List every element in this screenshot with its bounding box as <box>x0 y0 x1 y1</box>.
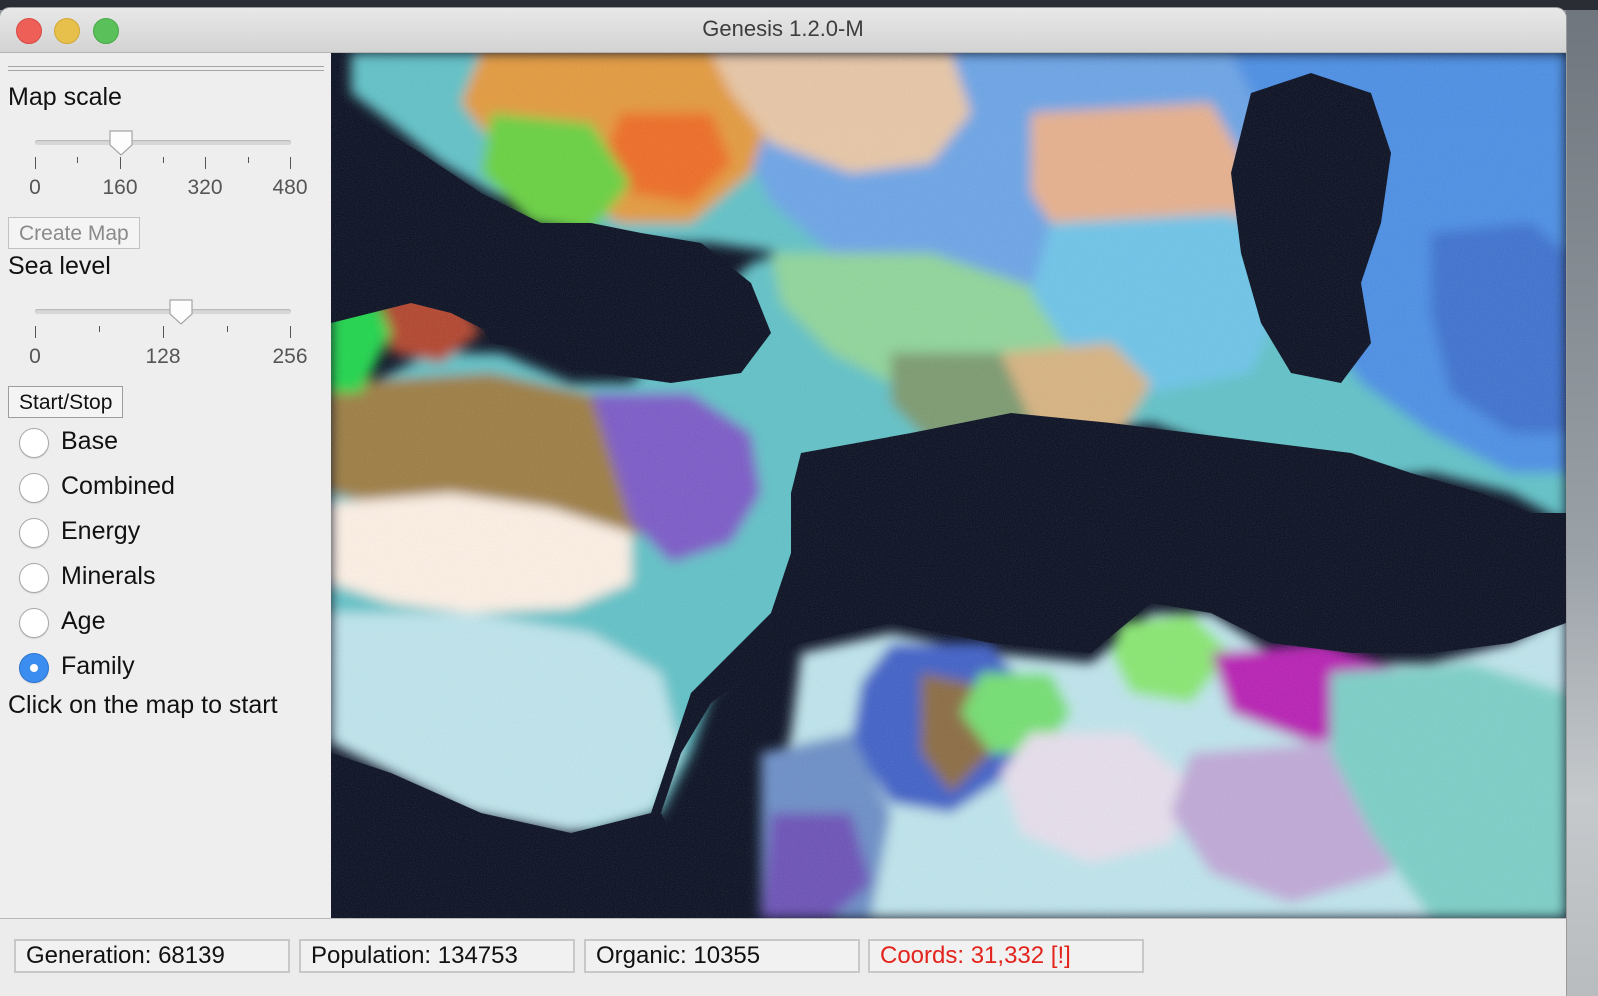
view-mode-energy[interactable]: Energy <box>18 514 318 554</box>
generation-field: Generation: 68139 <box>14 939 290 973</box>
world-map[interactable] <box>331 53 1566 918</box>
view-mode-label: Age <box>61 607 106 635</box>
radio-button[interactable] <box>19 518 49 548</box>
view-mode-label: Base <box>61 427 118 455</box>
tick-label: 0 <box>29 176 41 199</box>
view-mode-base[interactable]: Base <box>18 424 318 464</box>
map-scale-thumb[interactable] <box>108 129 134 157</box>
tick-label: 480 <box>272 176 308 199</box>
tick <box>227 326 228 332</box>
sea-level-thumb[interactable] <box>168 298 194 326</box>
radio-button[interactable] <box>19 608 49 638</box>
coords-field: Coords: 31,332 [!] <box>868 939 1144 973</box>
view-mode-label: Combined <box>61 472 175 500</box>
map-canvas[interactable] <box>331 53 1566 918</box>
tick-label: 160 <box>102 176 138 199</box>
population-field: Population: 134753 <box>299 939 575 973</box>
sea-level-label: Sea level <box>8 252 111 280</box>
view-mode-combined[interactable]: Combined <box>18 469 318 509</box>
tick <box>163 157 164 163</box>
radio-button[interactable] <box>19 653 49 683</box>
tick <box>290 157 291 169</box>
view-mode-label: Energy <box>61 517 141 545</box>
tick-label: 0 <box>29 345 41 368</box>
app-window: Genesis 1.2.0-M Map scale 0 160 320 480 … <box>0 8 1566 996</box>
tick-label: 320 <box>187 176 223 199</box>
view-mode-label: Minerals <box>61 562 156 590</box>
window-title: Genesis 1.2.0-M <box>702 16 864 41</box>
view-mode-age[interactable]: Age <box>18 604 318 644</box>
radio-button[interactable] <box>19 563 49 593</box>
status-bar: Generation: 68139 Population: 134753 Org… <box>0 918 1566 996</box>
tick <box>99 326 100 332</box>
radio-button[interactable] <box>19 473 49 503</box>
tick <box>35 157 36 169</box>
tick <box>120 157 121 169</box>
tick <box>163 326 164 338</box>
tick <box>77 157 78 163</box>
map-scale-label: Map scale <box>8 83 122 111</box>
tick-label: 128 <box>145 345 181 368</box>
start-hint: Click on the map to start <box>8 691 278 719</box>
view-mode-minerals[interactable]: Minerals <box>18 559 318 599</box>
desktop-background-edge <box>1566 10 1598 996</box>
radio-button[interactable] <box>19 428 49 458</box>
control-panel: Map scale 0 160 320 480 Create Map Sea l… <box>0 53 330 918</box>
tick <box>248 157 249 163</box>
divider <box>8 66 324 67</box>
tick <box>290 326 291 338</box>
divider <box>8 70 324 71</box>
organic-field: Organic: 10355 <box>584 939 860 973</box>
view-mode-label: Family <box>61 652 135 680</box>
tick <box>205 157 206 169</box>
start-stop-button[interactable]: Start/Stop <box>8 386 124 418</box>
tick-label: 256 <box>272 345 308 368</box>
view-mode-family[interactable]: Family <box>18 649 318 689</box>
sea-level-track[interactable] <box>35 309 291 314</box>
create-map-button[interactable]: Create Map <box>8 217 140 249</box>
tick <box>35 326 36 338</box>
map-scale-track[interactable] <box>35 140 291 145</box>
title-bar[interactable]: Genesis 1.2.0-M <box>0 8 1566 53</box>
